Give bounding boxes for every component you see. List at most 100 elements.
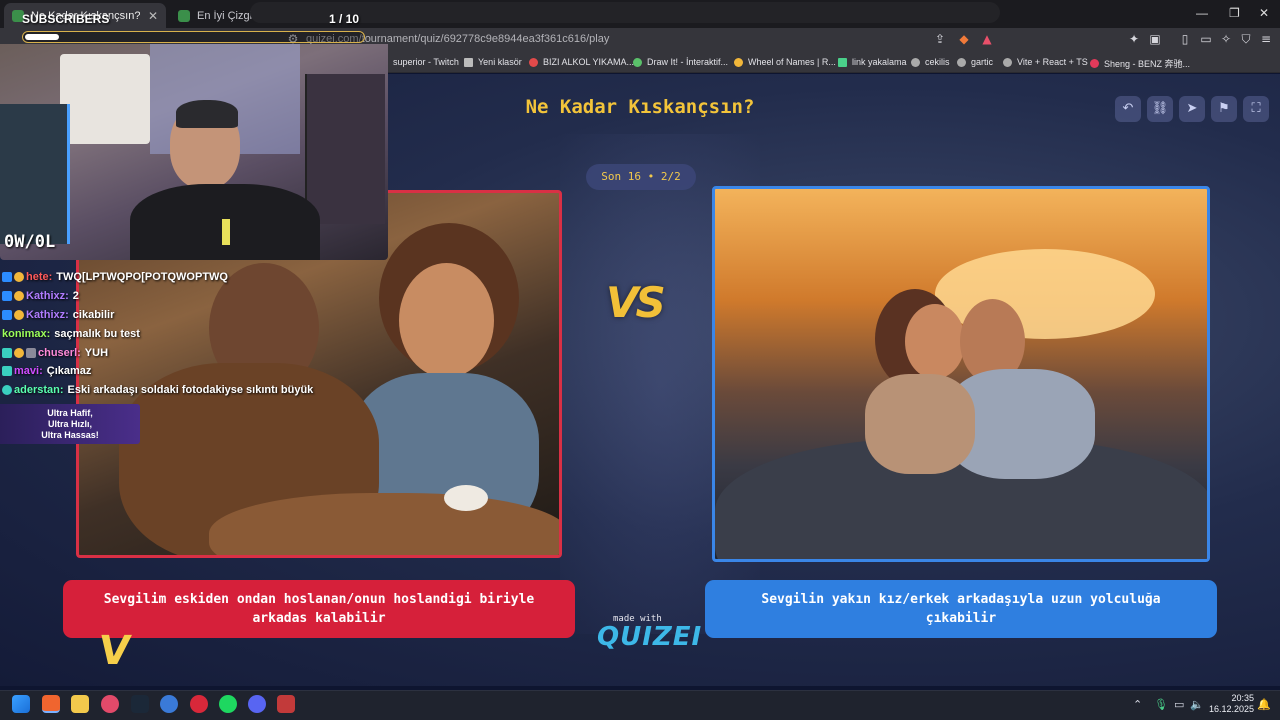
brave-shield-icon[interactable]: ◆ [957, 32, 971, 46]
cam-shelf-left [0, 104, 70, 244]
maps-pin-icon[interactable] [101, 695, 119, 713]
microphone-icon[interactable]: 🎙 [1154, 698, 1168, 711]
bookmark-item[interactable]: Sheng - BENZ 奔驰... [1090, 57, 1190, 70]
bookmark-item[interactable]: Wheel of Names | R... [734, 57, 836, 67]
share-icon[interactable]: ⇪ [933, 32, 947, 46]
url-field[interactable] [250, 2, 1000, 23]
webcam-feed [0, 44, 388, 260]
photo-cafe-table [209, 493, 559, 555]
chat-text: cikabilir [72, 308, 115, 321]
rewards-icon[interactable]: ▲ [980, 32, 994, 46]
sidebar-toggle-icon[interactable]: ▯ [1178, 32, 1192, 46]
file-explorer-icon[interactable] [71, 695, 89, 713]
steam-icon[interactable] [131, 695, 149, 713]
app-red-icon[interactable] [190, 695, 208, 713]
tab-close-icon[interactable]: ✕ [148, 9, 158, 23]
undo-button[interactable]: ↶ [1115, 96, 1141, 122]
bookmark-item[interactable]: Draw It! - İnteraktif... [633, 57, 728, 67]
badge-icon [14, 347, 24, 358]
volume-icon[interactable]: 🔈 [1190, 698, 1204, 711]
sidebar-panel-icon[interactable]: ▣ [1148, 32, 1162, 46]
wallet-icon[interactable]: ▭ [1199, 32, 1213, 46]
bookmark-item[interactable]: cekilis [911, 57, 950, 67]
badge-icon [14, 291, 24, 302]
clock-date: 16.12.2025 [1208, 704, 1254, 714]
bookmark-favicon-icon [838, 57, 847, 67]
globe-icon [911, 57, 920, 67]
v-logo-icon: V [95, 628, 134, 674]
badge-icon [2, 366, 12, 377]
badge-icon [2, 309, 12, 320]
app-icon[interactable] [160, 695, 178, 713]
photo-woman-face [399, 263, 494, 378]
close-window-icon[interactable]: ✕ [1259, 6, 1269, 20]
share-link-button[interactable]: ⛓ [1147, 96, 1173, 122]
start-windows-icon[interactable] [12, 695, 30, 713]
photo-woman-face [905, 304, 965, 379]
right-option-image[interactable] [712, 186, 1210, 562]
chat-text: YUH [84, 346, 109, 359]
chat-message: aderstan: Eski arkadaşı soldaki fotodaki… [2, 381, 342, 400]
chat-username: mavi: [14, 365, 43, 378]
bookmark-item[interactable]: link yakalama [838, 57, 907, 67]
subscribers-count: 1 / 10 [329, 12, 360, 26]
win-loss-counter: 0W/0L [4, 232, 56, 252]
tray-chevron-icon[interactable]: ⌃ [1133, 698, 1142, 711]
chat-text: 2 [72, 290, 79, 303]
spotify-icon[interactable] [219, 695, 237, 713]
minimize-icon[interactable]: — [1196, 6, 1208, 20]
ad-line: Ultra Hassas! [41, 430, 99, 440]
badge-icon [2, 291, 12, 302]
chat-text: TWQ[LPTWQPO[POTQWOPTWQ [56, 271, 228, 284]
extensions-icon[interactable]: ✦ [1127, 32, 1141, 46]
left-choice-button[interactable]: Sevgilim eskiden ondan hoslanan/onun hos… [63, 580, 575, 638]
chat-message: chuserl: YUH [2, 343, 342, 362]
chat-text: Eski arkadaşı soldaki fotodakiyse sıkınt… [67, 384, 314, 397]
discord-icon[interactable] [248, 695, 266, 713]
chat-message: Kathixz: cikabilir [2, 306, 342, 325]
chat-message: Kathixz: 2 [2, 287, 342, 306]
bookmark-item[interactable]: BIZI ALKOL YIKAMA... [529, 57, 634, 67]
brave-browser-icon[interactable] [42, 695, 60, 713]
badge-icon [14, 309, 24, 320]
send-button[interactable]: ➤ [1179, 96, 1205, 122]
bookmark-folder[interactable]: Yeni klasör [464, 57, 522, 67]
bookmark-favicon-icon [734, 57, 743, 67]
cam-wall-frame [60, 54, 150, 144]
restore-icon[interactable]: ❐ [1229, 6, 1240, 20]
subscribers-label: SUBSCRIBERS [22, 12, 110, 26]
vs-label: VS [606, 278, 666, 327]
bookmark-item[interactable]: Vite + React + TS [1003, 57, 1088, 67]
report-flag-button[interactable]: ⚑ [1211, 96, 1237, 122]
page-title: Ne Kadar Kıskançsın? [525, 96, 755, 118]
bookmark-item[interactable]: gartic [957, 57, 993, 67]
subscribers-progress-bar [22, 31, 365, 43]
notification-icon[interactable]: 🔔 [1257, 698, 1271, 711]
vpn-icon[interactable]: ⛉ [1239, 32, 1253, 46]
badge-icon [2, 385, 12, 396]
network-icon[interactable]: ▭ [1174, 698, 1184, 711]
chat-message: konimax: saçmalık bu test [2, 324, 342, 343]
chat-username: hete: [26, 271, 53, 284]
photo-coffee-cup [444, 485, 488, 511]
leo-ai-icon[interactable]: ✧ [1219, 32, 1233, 46]
right-choice-button[interactable]: Sevgilin yakın kız/erkek arkadaşıyla uzu… [705, 580, 1217, 638]
menu-icon[interactable]: ≡ [1259, 32, 1273, 46]
chat-text: Çıkamaz [46, 365, 92, 378]
chat-username: Kathixz: [26, 290, 69, 303]
globe-icon [957, 57, 966, 67]
chat-username: konimax: [2, 327, 51, 340]
bookmark-item[interactable]: superior - Twitch [393, 57, 459, 67]
fullscreen-button[interactable]: ⛶ [1243, 96, 1269, 122]
taskbar-clock[interactable]: 20:35 16.12.2025 [1206, 693, 1254, 715]
photo-woman-top [865, 374, 975, 474]
stream-chat: hete: TWQ[LPTWQPO[POTQWOPTWQ Kathixz: 2 … [2, 268, 342, 400]
obs-app-icon[interactable] [277, 695, 295, 713]
chat-username: aderstan: [14, 384, 64, 397]
globe-icon [1003, 57, 1012, 67]
chat-username: chuserl: [38, 346, 81, 359]
badge-icon [2, 347, 12, 358]
subscribers-progress-fill [25, 34, 59, 40]
quizei-logo[interactable]: QUIZEI [597, 622, 702, 652]
folder-icon [464, 57, 473, 67]
